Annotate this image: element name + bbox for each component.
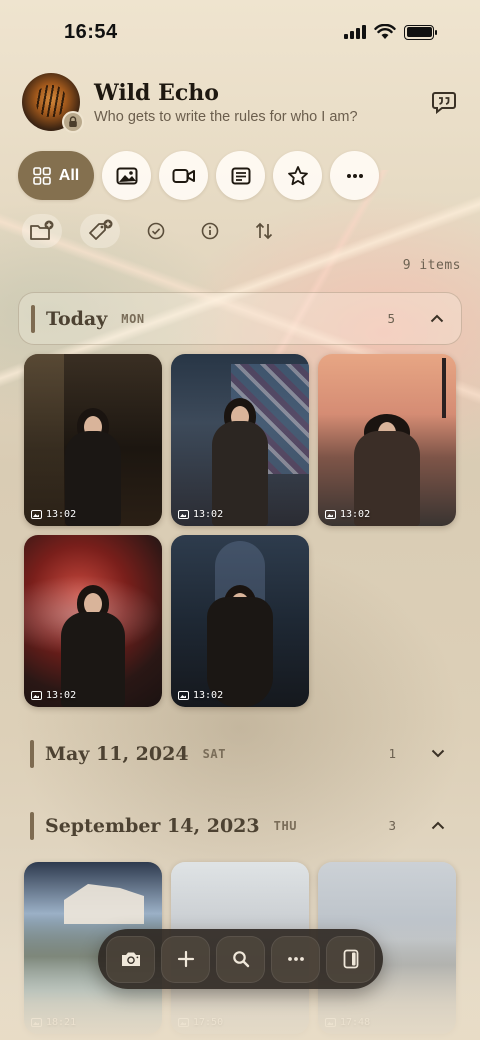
- info-icon: [201, 222, 219, 240]
- photo-timestamp: 13:02: [178, 690, 223, 701]
- photo-grid-today: 13:02 13:02 13:02 13:02 13:02: [24, 354, 456, 707]
- grid-icon: [32, 166, 51, 185]
- profile-subtitle: Who gets to write the rules for who I am…: [94, 108, 358, 125]
- filter-videos-button[interactable]: [159, 151, 208, 200]
- info-button[interactable]: [192, 214, 228, 248]
- image-icon: [31, 510, 42, 519]
- cellular-signal-icon: [344, 25, 366, 39]
- new-folder-button[interactable]: [22, 214, 62, 248]
- section-title: September 14, 2023: [45, 814, 260, 837]
- plus-icon: [177, 950, 194, 968]
- status-bar: 16:54: [0, 0, 480, 64]
- section-header-may-11-2024[interactable]: May 11, 2024 SAT 1: [18, 727, 462, 780]
- quote-chat-button[interactable]: [426, 84, 462, 120]
- filter-notes-button[interactable]: [216, 151, 265, 200]
- section-day: SAT: [202, 746, 227, 761]
- sort-button[interactable]: [246, 214, 282, 248]
- photo-thumbnail[interactable]: 13:02: [24, 354, 162, 526]
- battery-icon: [404, 24, 437, 40]
- photo-thumbnail[interactable]: 13:02: [171, 354, 309, 526]
- section-day: THU: [273, 818, 298, 833]
- filter-all-button[interactable]: All: [18, 151, 94, 200]
- profile-header: Wild Echo Who gets to write the rules fo…: [22, 72, 458, 133]
- photo-subject: [58, 386, 128, 526]
- image-icon: [31, 691, 42, 700]
- photo-timestamp: 17:48: [325, 1017, 370, 1028]
- filter-photos-button[interactable]: [102, 151, 151, 200]
- chevron-down-icon[interactable]: [428, 744, 448, 764]
- image-icon: [178, 510, 189, 519]
- filter-all-label: All: [58, 166, 80, 184]
- status-icons: [344, 24, 437, 40]
- section-count: 1: [388, 746, 396, 761]
- folder-add-icon: [30, 220, 54, 240]
- tag-add-icon: [89, 219, 113, 240]
- photo-timestamp: 13:02: [31, 509, 76, 520]
- photo-thumbnail[interactable]: 13:02: [171, 535, 309, 707]
- photo-subject: [205, 386, 275, 526]
- more-icon: [287, 957, 304, 961]
- profile-name: Wild Echo: [94, 79, 219, 106]
- section-count: 3: [388, 818, 396, 833]
- photo-timestamp: 18:21: [31, 1017, 76, 1028]
- sort-icon: [255, 222, 273, 240]
- photo-timestamp: 13:02: [325, 509, 370, 520]
- section-accent-bar: [31, 304, 35, 333]
- photo-thumbnail[interactable]: 13:02: [318, 354, 456, 526]
- toolbar: [22, 214, 282, 248]
- quote-bubble-icon: [432, 92, 456, 114]
- filter-more-button[interactable]: [330, 151, 379, 200]
- photo-timestamp: 13:02: [31, 690, 76, 701]
- image-icon: [325, 510, 336, 519]
- chevron-up-icon[interactable]: [427, 309, 447, 329]
- more-button[interactable]: [271, 935, 320, 983]
- image-icon: [178, 1018, 189, 1027]
- photo-timestamp: 13:02: [178, 509, 223, 520]
- wifi-icon: [374, 24, 396, 39]
- photo-subject: [58, 567, 128, 707]
- photo-thumbnail[interactable]: 13:02: [24, 535, 162, 707]
- camera-button[interactable]: [106, 935, 155, 983]
- photo-subject: [352, 386, 422, 526]
- section-title: May 11, 2024: [45, 742, 189, 765]
- add-button[interactable]: [161, 935, 210, 983]
- camera-icon: [121, 952, 140, 966]
- image-icon: [116, 167, 137, 184]
- search-icon: [232, 951, 249, 968]
- add-tag-button[interactable]: [80, 214, 120, 248]
- avatar[interactable]: [22, 73, 84, 133]
- section-count: 5: [387, 311, 395, 326]
- section-header-september-14-2023[interactable]: September 14, 2023 THU 3: [18, 799, 462, 852]
- section-day: MON: [121, 311, 145, 326]
- video-icon: [172, 168, 195, 183]
- image-icon: [178, 691, 189, 700]
- bottom-action-bar: [98, 929, 383, 989]
- sidebar-toggle-button[interactable]: [326, 935, 375, 983]
- filter-favorites-button[interactable]: [273, 151, 322, 200]
- select-button[interactable]: [138, 214, 174, 248]
- photo-timestamp: 17:50: [178, 1017, 223, 1028]
- section-accent-bar: [30, 811, 34, 840]
- filter-chips: All: [18, 151, 379, 200]
- more-icon: [346, 173, 363, 178]
- section-header-today[interactable]: Today MON 5: [18, 292, 462, 345]
- note-icon: [231, 167, 250, 184]
- section-title: Today: [46, 307, 108, 330]
- section-accent-bar: [30, 739, 34, 768]
- image-icon: [31, 1018, 42, 1027]
- items-count: 9 items: [402, 258, 461, 273]
- star-icon: [287, 165, 308, 185]
- search-button[interactable]: [216, 935, 265, 983]
- sidebar-icon: [343, 949, 358, 969]
- lock-icon: [62, 111, 84, 133]
- chevron-up-icon[interactable]: [428, 816, 448, 836]
- status-time: 16:54: [64, 20, 118, 43]
- profile-text: Wild Echo Who gets to write the rules fo…: [94, 80, 426, 125]
- check-circle-icon: [147, 222, 165, 240]
- photo-subject: [205, 567, 275, 707]
- image-icon: [325, 1018, 336, 1027]
